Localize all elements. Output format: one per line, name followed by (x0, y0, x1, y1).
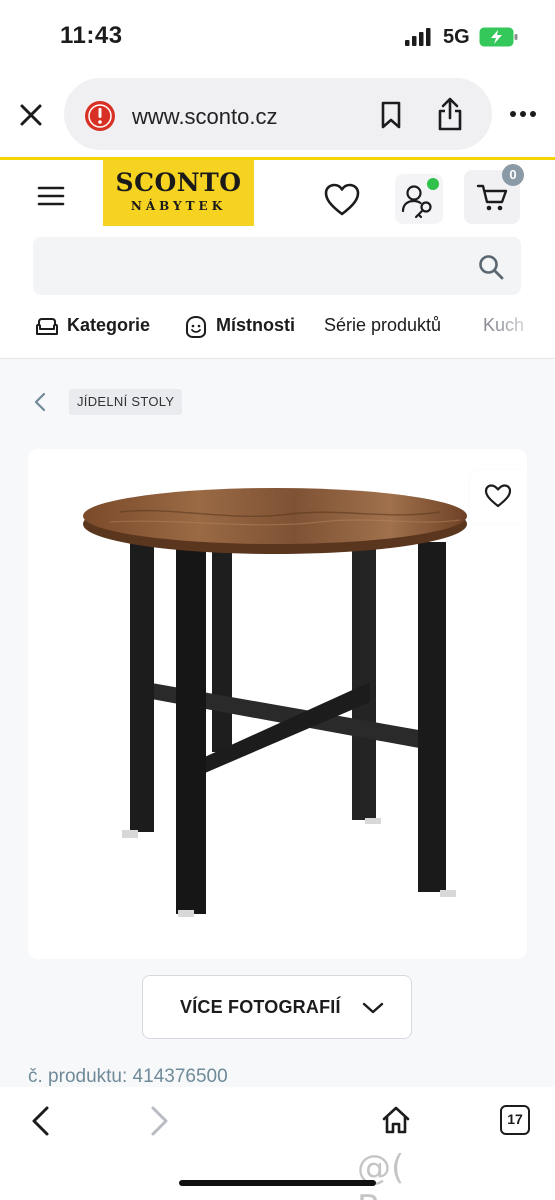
logo-tagline: NÁBYTEK (130, 199, 227, 213)
network-type: 5G (443, 26, 470, 48)
bazos-watermark: @( Bazos.cz (357, 1148, 505, 1200)
online-status-dot (427, 178, 439, 190)
product-photo-table[interactable] (80, 470, 490, 930)
tabs-count-button[interactable]: 17 (500, 1105, 530, 1135)
nav-item-mistnosti[interactable]: Místnosti (216, 315, 295, 336)
nav-fade-overlay (495, 305, 555, 349)
status-time: 11:43 (60, 22, 123, 49)
account-button[interactable] (395, 174, 443, 224)
browser-bar: www.sconto.cz (0, 74, 555, 154)
forward-arrow-icon[interactable] (148, 1104, 172, 1138)
menu-icon[interactable] (37, 185, 65, 207)
brand-divider (0, 157, 555, 160)
not-secure-icon[interactable] (84, 100, 116, 132)
more-options-icon[interactable] (508, 104, 538, 124)
bookmark-icon[interactable] (378, 100, 404, 130)
heart-icon (484, 484, 512, 508)
status-bar: 11:43 5G (0, 0, 555, 70)
address-bar[interactable]: www.sconto.cz (64, 78, 492, 150)
home-icon[interactable] (380, 1104, 412, 1136)
url-text[interactable]: www.sconto.cz (132, 104, 278, 130)
signal-icon (405, 28, 431, 46)
breadcrumb[interactable]: JÍDELNÍ STOLY (69, 389, 183, 415)
nav-item-kategorie[interactable]: Kategorie (67, 315, 150, 336)
add-to-wishlist-button[interactable] (470, 470, 526, 524)
share-icon[interactable] (436, 96, 464, 132)
back-arrow-icon[interactable] (28, 1104, 52, 1138)
smile-icon (186, 315, 206, 338)
chevron-down-icon (362, 1002, 384, 1014)
wishlist-heart-icon[interactable] (322, 180, 362, 220)
sconto-logo[interactable]: SCONTO NÁBYTEK (103, 160, 254, 226)
close-icon[interactable] (16, 100, 46, 130)
product-number: č. produktu: 414376500 (28, 1066, 228, 1087)
nav-item-serie-produktu[interactable]: Série produktů (324, 315, 441, 336)
search-input[interactable] (33, 237, 521, 295)
category-nav: Kategorie Místnosti Série produktů Kuch (0, 305, 555, 349)
back-chevron-icon[interactable] (30, 390, 50, 414)
search-icon[interactable] (477, 253, 505, 281)
logo-wordmark: SCONTO (115, 168, 242, 197)
cart-count-badge: 0 (502, 164, 524, 186)
more-photos-label: VÍCE FOTOGRAFIÍ (180, 997, 341, 1017)
more-photos-button[interactable]: VÍCE FOTOGRAFIÍ (142, 975, 412, 1039)
sofa-icon (36, 318, 58, 335)
battery-charging-icon (479, 27, 518, 47)
home-indicator[interactable] (179, 1180, 376, 1186)
